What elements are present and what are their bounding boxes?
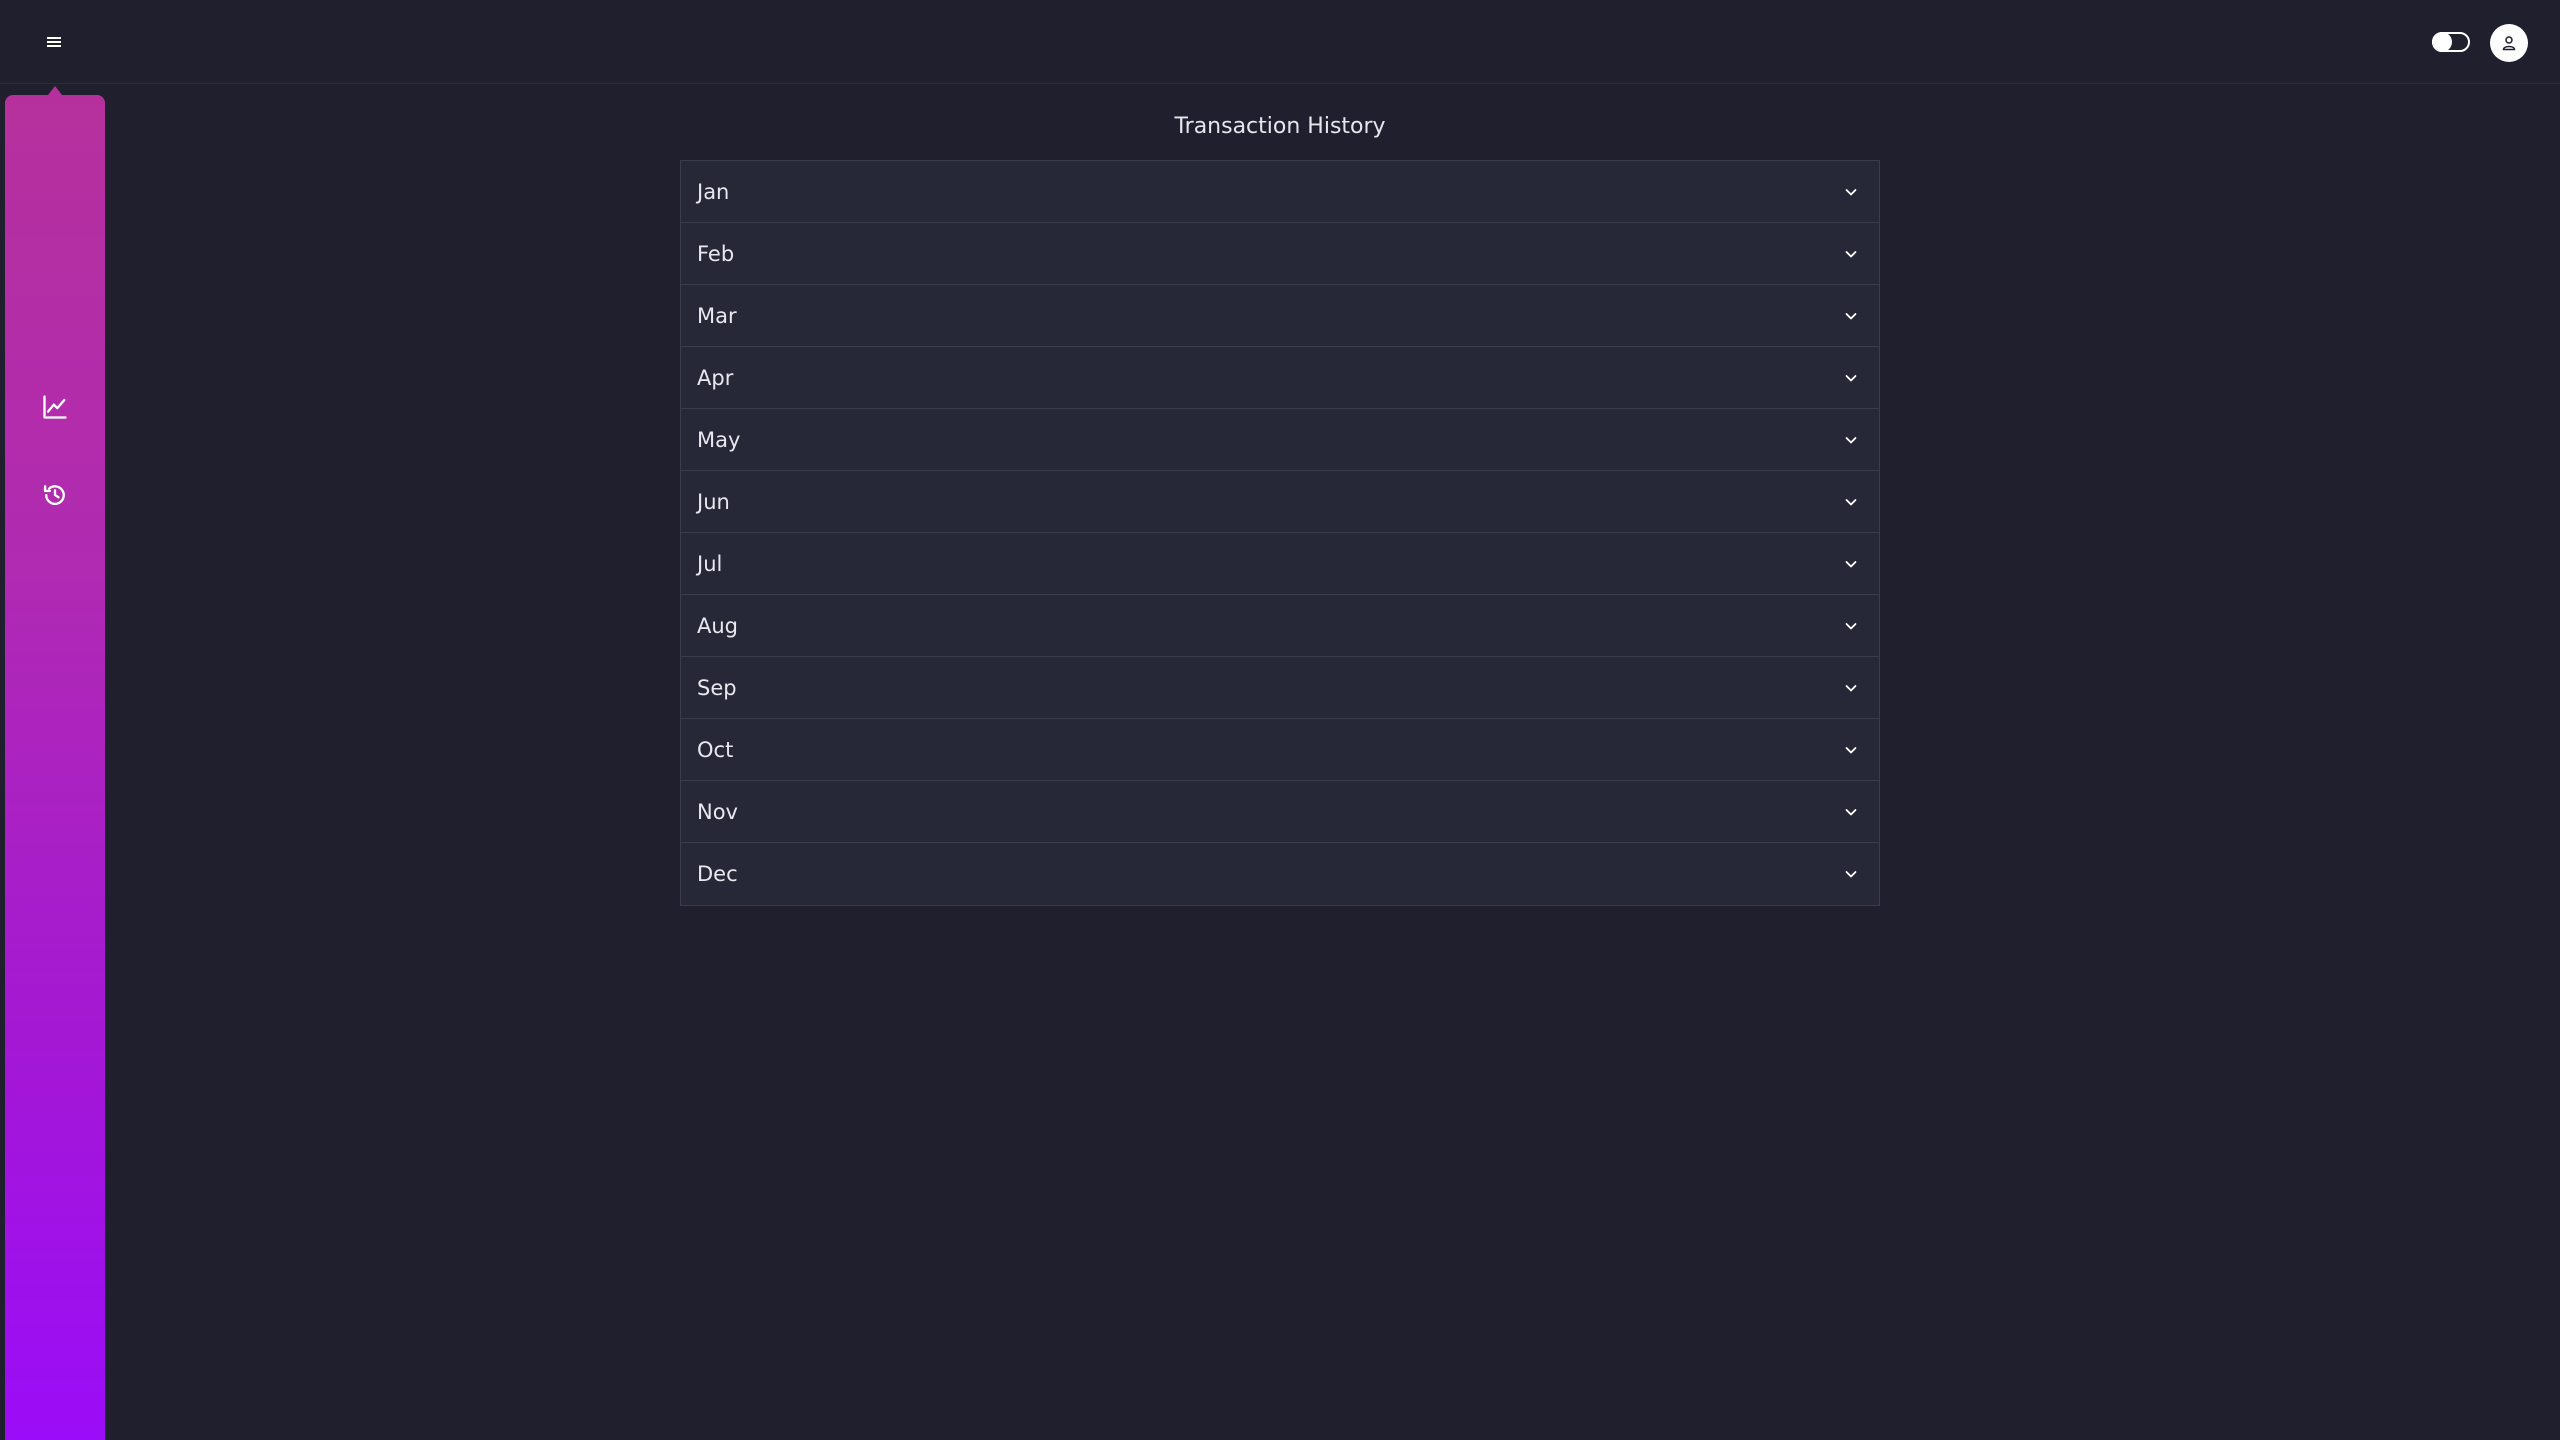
accordion-item-label: Aug — [697, 613, 739, 638]
accordion-item[interactable]: Feb — [681, 223, 1879, 285]
accordion-item-label: Jul — [697, 551, 723, 576]
line-chart-icon — [43, 395, 67, 419]
accordion-item[interactable]: Jul — [681, 533, 1879, 595]
page-title: Transaction History — [1174, 114, 1386, 139]
chevron-down-icon[interactable] — [1841, 492, 1861, 512]
chevron-down-icon[interactable] — [1841, 864, 1861, 884]
chevron-down-icon[interactable] — [1841, 554, 1861, 574]
chevron-down-icon[interactable] — [1841, 368, 1861, 388]
avatar-button[interactable] — [2490, 24, 2528, 62]
chevron-down-icon[interactable] — [1841, 430, 1861, 450]
chevron-down-icon[interactable] — [1841, 306, 1861, 326]
accordion-item[interactable]: Dec — [681, 843, 1879, 905]
accordion-item-label: May — [697, 427, 741, 452]
sidebar — [5, 95, 105, 1440]
accordion-item[interactable]: Mar — [681, 285, 1879, 347]
hamburger-icon — [47, 37, 61, 47]
chevron-down-icon[interactable] — [1841, 678, 1861, 698]
chevron-down-icon[interactable] — [1841, 802, 1861, 822]
accordion-item[interactable]: Aug — [681, 595, 1879, 657]
sidebar-item-history[interactable] — [37, 477, 73, 513]
accordion-item-label: Mar — [697, 303, 737, 328]
history-icon — [43, 485, 65, 506]
chevron-down-icon[interactable] — [1841, 740, 1861, 760]
accordion-item-label: Jun — [697, 489, 730, 514]
month-accordion: Jan Feb Mar Apr May Jun Jul Aug Sep Oct Nov Dec — [680, 160, 1880, 906]
accordion-item[interactable]: Jun — [681, 471, 1879, 533]
sidebar-pointer — [48, 86, 62, 95]
accordion-item[interactable]: Oct — [681, 719, 1879, 781]
chevron-down-icon[interactable] — [1841, 616, 1861, 636]
accordion-item[interactable]: Jan — [681, 161, 1879, 223]
accordion-item[interactable]: May — [681, 409, 1879, 471]
accordion-item-label: Oct — [697, 737, 734, 762]
theme-toggle[interactable] — [2432, 32, 2470, 52]
accordion-item[interactable]: Apr — [681, 347, 1879, 409]
accordion-item-label: Sep — [697, 675, 737, 700]
top-bar — [0, 0, 2560, 84]
user-icon — [2502, 36, 2516, 51]
accordion-item[interactable]: Nov — [681, 781, 1879, 843]
sidebar-item-chart[interactable] — [37, 389, 73, 425]
accordion-item-label: Jan — [697, 179, 730, 204]
accordion-item-label: Feb — [697, 241, 735, 266]
chevron-down-icon[interactable] — [1841, 182, 1861, 202]
chevron-down-icon[interactable] — [1841, 244, 1861, 264]
accordion-item-label: Nov — [697, 799, 738, 824]
accordion-item[interactable]: Sep — [681, 657, 1879, 719]
accordion-item-label: Dec — [697, 862, 738, 886]
accordion-item-label: Apr — [697, 365, 734, 390]
menu-button[interactable] — [38, 26, 70, 58]
toggle-knob — [2432, 32, 2452, 52]
